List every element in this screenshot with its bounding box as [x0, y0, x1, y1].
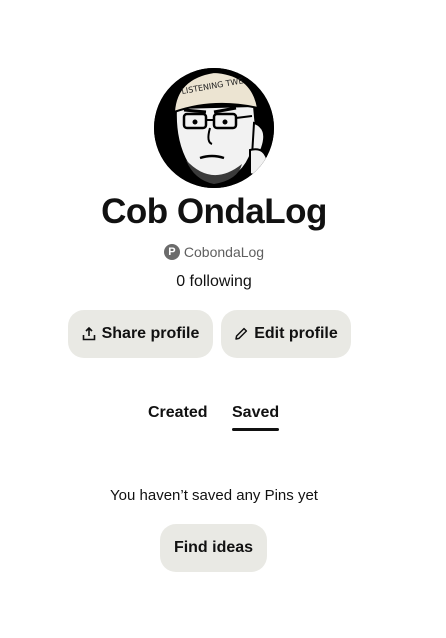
find-ideas-button[interactable]: Find ideas — [160, 524, 267, 572]
profile-handle: CobondaLog — [183, 244, 265, 260]
share-profile-button[interactable]: Share profile — [68, 310, 213, 358]
profile-handle-row[interactable]: P CobondaLog — [0, 244, 428, 260]
following-count[interactable]: 0 following — [0, 273, 428, 291]
avatar[interactable]: LISTENING TWE — [154, 68, 274, 188]
tab-created[interactable]: Created — [148, 404, 208, 422]
avatar-illustration: LISTENING TWE — [154, 68, 274, 188]
edit-profile-label: Edit profile — [254, 325, 338, 342]
active-tab-indicator — [232, 428, 279, 431]
empty-state-message: You haven’t saved any Pins yet — [110, 487, 318, 504]
share-profile-label: Share profile — [101, 325, 200, 342]
tab-saved[interactable]: Saved — [232, 404, 279, 422]
profile-page: LISTENING TWE Cob OndaLog P CobondaLog 0… — [0, 0, 446, 638]
find-ideas-label: Find ideas — [173, 539, 254, 556]
profile-tabs: Created Saved — [0, 404, 428, 432]
upload-icon — [82, 327, 95, 341]
pencil-icon — [235, 327, 248, 340]
edit-profile-button[interactable]: Edit profile — [221, 310, 351, 358]
pinterest-icon: P — [163, 244, 180, 260]
profile-name: Cob OndaLog — [101, 192, 327, 231]
